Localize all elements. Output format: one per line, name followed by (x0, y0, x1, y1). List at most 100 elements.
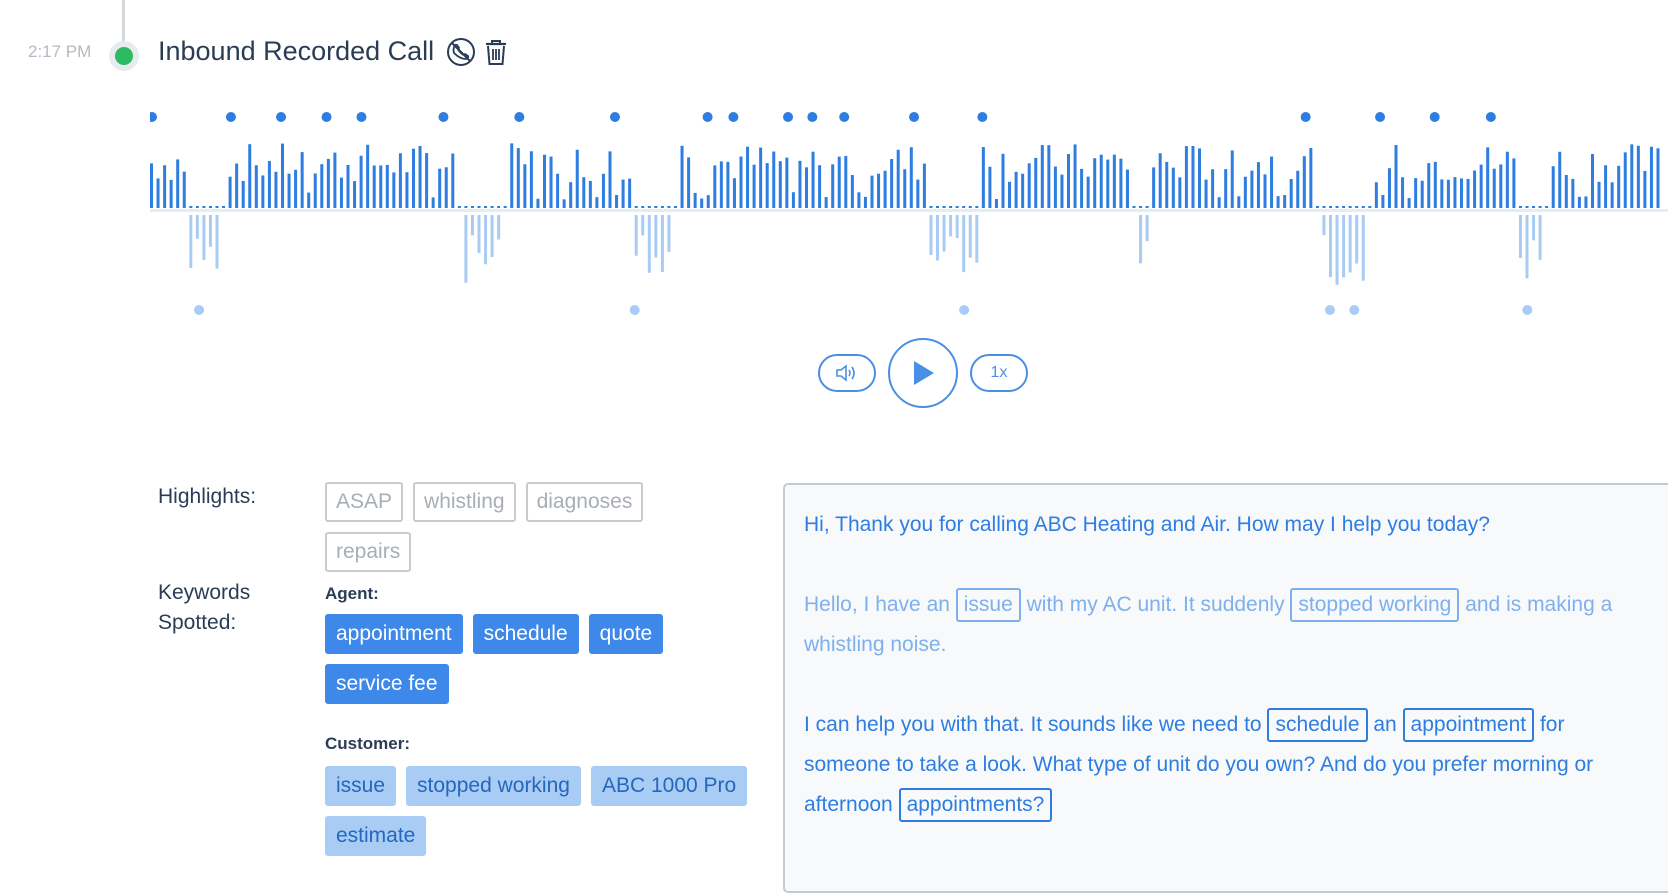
agent-keyword-marker[interactable] (839, 112, 850, 122)
agent-keyword-marker[interactable] (807, 112, 818, 122)
highlights-label: Highlights: (158, 485, 257, 508)
volume-button[interactable] (818, 354, 876, 392)
agent-keyword-tag[interactable]: appointment (325, 614, 463, 654)
agent-waveform-bar (228, 176, 232, 208)
agent-waveform-bar (693, 192, 697, 208)
agent-keyword-marker[interactable] (909, 112, 920, 122)
highlight-tag[interactable]: repairs (325, 532, 412, 572)
agent-keyword-marker[interactable] (702, 112, 713, 122)
agent-keyword-marker[interactable] (150, 112, 157, 122)
customer-keyword-marker[interactable] (1324, 305, 1335, 315)
transcript-keyword[interactable]: schedule (1267, 708, 1368, 742)
agent-waveform-bar (523, 164, 527, 208)
agent-waveform-bar (313, 173, 317, 208)
agent-keyword-marker[interactable] (1375, 112, 1386, 122)
customer-waveform-bar (1525, 215, 1529, 279)
agent-waveform-bar (484, 206, 488, 208)
customer-keyword-tag[interactable]: issue (325, 766, 397, 806)
agent-waveform-bar (1623, 152, 1627, 208)
agent-waveform-bar (896, 149, 900, 208)
agent-waveform-bar (582, 177, 586, 208)
agent-waveform-bar (169, 179, 173, 208)
customer-keyword-marker[interactable] (629, 305, 640, 315)
agent-waveform-bar (267, 160, 271, 208)
agent-keyword-marker[interactable] (728, 112, 739, 122)
agent-waveform-bar (274, 171, 278, 208)
agent-keyword-marker[interactable] (1300, 112, 1311, 122)
agent-keyword-marker[interactable] (977, 112, 988, 122)
agent-waveform-bar (1558, 151, 1562, 208)
agent-waveform-bar (1093, 158, 1097, 208)
agent-waveform-bar (1643, 170, 1647, 208)
agent-waveform-bar (1499, 164, 1503, 208)
agent-waveform-bar (1073, 144, 1077, 208)
agent-waveform-bar (287, 173, 291, 208)
audio-waveform[interactable] (150, 100, 1668, 330)
agent-keyword-marker[interactable] (438, 112, 449, 122)
agent-waveform-bar (457, 206, 461, 208)
agent-waveform-bar (1178, 177, 1182, 208)
agent-waveform-bar (182, 171, 186, 208)
trash-icon[interactable] (482, 37, 510, 67)
customer-waveform-bar (195, 215, 199, 239)
agent-keyword-tag[interactable]: service fee (325, 664, 449, 704)
keywords-label: Keywords Spotted: (158, 578, 250, 638)
agent-waveform-bar (1230, 150, 1234, 208)
agent-waveform-bar (543, 154, 546, 208)
playback-speed-button[interactable]: 1x (970, 354, 1028, 392)
customer-keyword-tag[interactable]: stopped working (406, 766, 581, 806)
agent-keyword-marker[interactable] (783, 112, 794, 122)
transcript-keyword[interactable]: appointments? (898, 788, 1053, 822)
agent-waveform-bar (1263, 174, 1267, 208)
recording-phone-icon[interactable] (446, 37, 476, 67)
agent-waveform-bar (1224, 169, 1228, 208)
customer-keyword-marker[interactable] (194, 305, 205, 315)
agent-waveform-bar (949, 206, 953, 208)
agent-waveform-bar (1276, 196, 1280, 208)
transcript-keyword[interactable]: issue (955, 588, 1021, 622)
keywords-label-line1: Keywords (158, 581, 251, 604)
customer-keyword-marker[interactable] (1349, 305, 1360, 315)
agent-keyword-marker[interactable] (1429, 112, 1440, 122)
customer-keyword-marker[interactable] (959, 305, 970, 315)
agent-keyword-marker[interactable] (276, 112, 287, 122)
customer-waveform-bar (641, 215, 645, 236)
highlight-tag[interactable]: ASAP (325, 482, 404, 522)
agent-waveform-bar (1289, 179, 1293, 208)
customer-keyword-tag[interactable]: estimate (325, 816, 427, 856)
agent-keyword-marker[interactable] (356, 112, 367, 122)
player-controls: 1x (818, 338, 1028, 408)
agent-waveform-bar (916, 179, 920, 208)
agent-waveform-bar (1525, 206, 1529, 208)
agent-keyword-tag[interactable]: schedule (472, 614, 579, 654)
agent-keyword-tag[interactable]: quote (588, 614, 664, 654)
agent-waveform-bar (936, 206, 939, 208)
agent-waveform-bar (549, 156, 553, 208)
agent-waveform-bar (1571, 178, 1575, 208)
agent-waveform-bar (1315, 206, 1319, 208)
agent-keyword-marker[interactable] (225, 112, 236, 122)
event-timestamp: 2:17 PM (28, 42, 92, 61)
agent-waveform-bar (1335, 206, 1339, 208)
transcript-keyword[interactable]: appointment (1402, 708, 1535, 742)
highlight-tag[interactable]: diagnoses (525, 482, 644, 522)
agent-keyword-marker[interactable] (514, 112, 525, 122)
customer-waveform-bar (1322, 215, 1326, 236)
highlight-tag[interactable]: whistling (413, 482, 516, 522)
agent-waveform-bar (641, 206, 645, 208)
agent-keyword-marker[interactable] (321, 112, 332, 122)
agent-keyword-marker[interactable] (609, 112, 620, 122)
agent-keyword-marker[interactable] (1485, 112, 1496, 122)
agent-keywords-label: Agent: (325, 584, 379, 603)
agent-waveform-bar (359, 155, 363, 208)
customer-keyword-marker[interactable] (1522, 305, 1533, 315)
customer-keyword-tag[interactable]: ABC 1000 Pro (590, 766, 748, 806)
customer-waveform-bar (1518, 215, 1522, 259)
transcript-panel[interactable]: Hi, Thank you for calling ABC Heating an… (783, 483, 1668, 893)
customer-waveform-bar (962, 215, 966, 273)
customer-waveform-bar (949, 215, 953, 237)
agent-waveform-bar (654, 206, 658, 208)
play-button[interactable] (888, 338, 958, 408)
agent-waveform-bar (1473, 170, 1477, 208)
transcript-keyword[interactable]: stopped working (1290, 588, 1460, 622)
